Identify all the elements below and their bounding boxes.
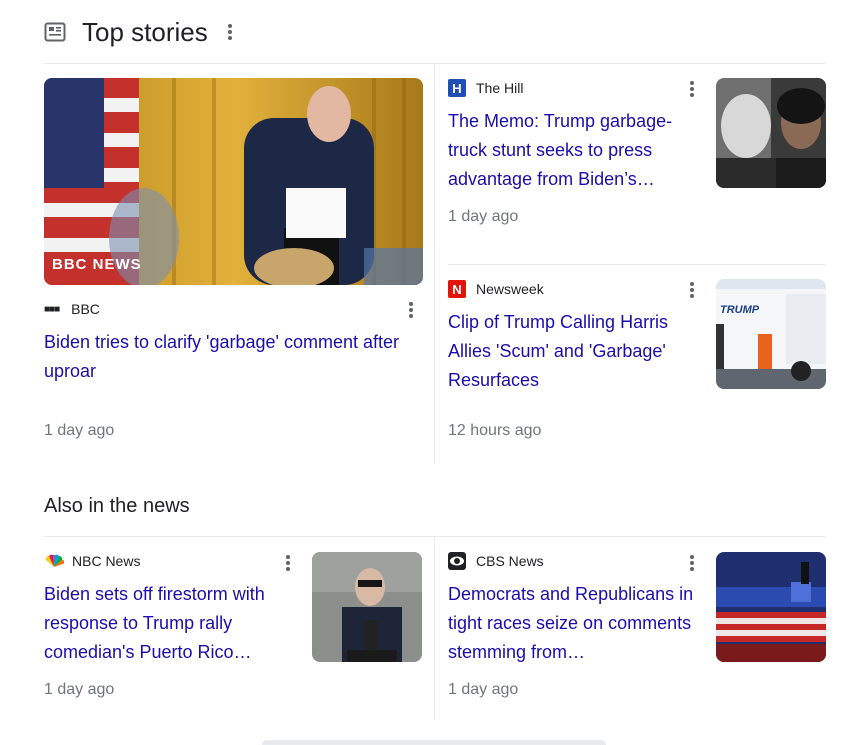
source-name: BBC bbox=[71, 301, 100, 317]
section-title-also-in-news: Also in the news bbox=[44, 495, 190, 517]
more-vert-icon[interactable] bbox=[409, 302, 413, 318]
story-thumbnail[interactable] bbox=[716, 78, 826, 188]
bbc-logo: ■■■ bbox=[44, 303, 60, 315]
story-headline[interactable]: Democrats and Republicans in tight races… bbox=[448, 580, 698, 667]
source-nbc-news: NBC News bbox=[44, 551, 140, 571]
story-thumbnail[interactable]: TRUMP bbox=[716, 279, 826, 389]
cbs-eye-logo bbox=[448, 552, 466, 570]
more-vert-icon[interactable] bbox=[286, 555, 290, 571]
story-headline[interactable]: The Memo: Trump garbage-truck stunt seek… bbox=[448, 107, 698, 194]
story-timestamp: 1 day ago bbox=[44, 681, 115, 698]
source-the-hill: H The Hill bbox=[448, 78, 523, 98]
source-bbc: ■■■ BBC bbox=[44, 299, 100, 319]
bbc-news-watermark: BBC NEWS bbox=[52, 256, 142, 273]
story-timestamp: 12 hours ago bbox=[448, 422, 542, 439]
source-cbs-news: CBS News bbox=[448, 551, 544, 571]
newspaper-icon bbox=[44, 22, 66, 42]
divider bbox=[434, 64, 435, 464]
story-headline[interactable]: Clip of Trump Calling Harris Allies 'Scu… bbox=[448, 308, 698, 395]
the-hill-logo: H bbox=[448, 79, 466, 97]
more-vert-icon[interactable] bbox=[227, 24, 232, 40]
nbc-peacock-logo bbox=[45, 554, 64, 567]
story-thumbnail[interactable] bbox=[312, 552, 422, 662]
divider bbox=[448, 264, 826, 265]
story-timestamp: 1 day ago bbox=[448, 681, 519, 698]
story-thumbnail-graphic bbox=[716, 279, 826, 389]
divider bbox=[434, 537, 435, 720]
truck-lettering: TRUMP bbox=[720, 304, 760, 316]
story-timestamp: 1 day ago bbox=[44, 422, 115, 439]
story-thumbnail-graphic bbox=[312, 552, 422, 662]
more-vert-icon[interactable] bbox=[690, 81, 694, 97]
source-name: CBS News bbox=[476, 553, 544, 569]
story-thumbnail-graphic bbox=[716, 78, 826, 188]
story-thumbnail-graphic bbox=[716, 552, 826, 662]
story-timestamp: 1 day ago bbox=[448, 208, 519, 225]
newsweek-logo: N bbox=[448, 280, 466, 298]
source-name: The Hill bbox=[476, 80, 524, 96]
source-name: NBC News bbox=[72, 553, 141, 569]
divider bbox=[44, 63, 826, 64]
divider bbox=[44, 536, 826, 537]
source-newsweek: N Newsweek bbox=[448, 279, 544, 299]
source-name: Newsweek bbox=[476, 281, 544, 297]
story-image[interactable]: BBC NEWS bbox=[44, 78, 423, 285]
story-thumbnail[interactable] bbox=[716, 552, 826, 662]
more-vert-icon[interactable] bbox=[690, 555, 694, 571]
story-headline[interactable]: Biden sets off firestorm with response t… bbox=[44, 580, 294, 667]
story-image-graphic bbox=[44, 78, 423, 285]
story-headline[interactable]: Biden tries to clarify 'garbage' comment… bbox=[44, 328, 404, 386]
top-stories-header: Top stories bbox=[44, 14, 232, 50]
scroll-indicator[interactable] bbox=[262, 740, 606, 745]
section-title-top-stories: Top stories bbox=[82, 16, 208, 47]
more-vert-icon[interactable] bbox=[690, 282, 694, 298]
